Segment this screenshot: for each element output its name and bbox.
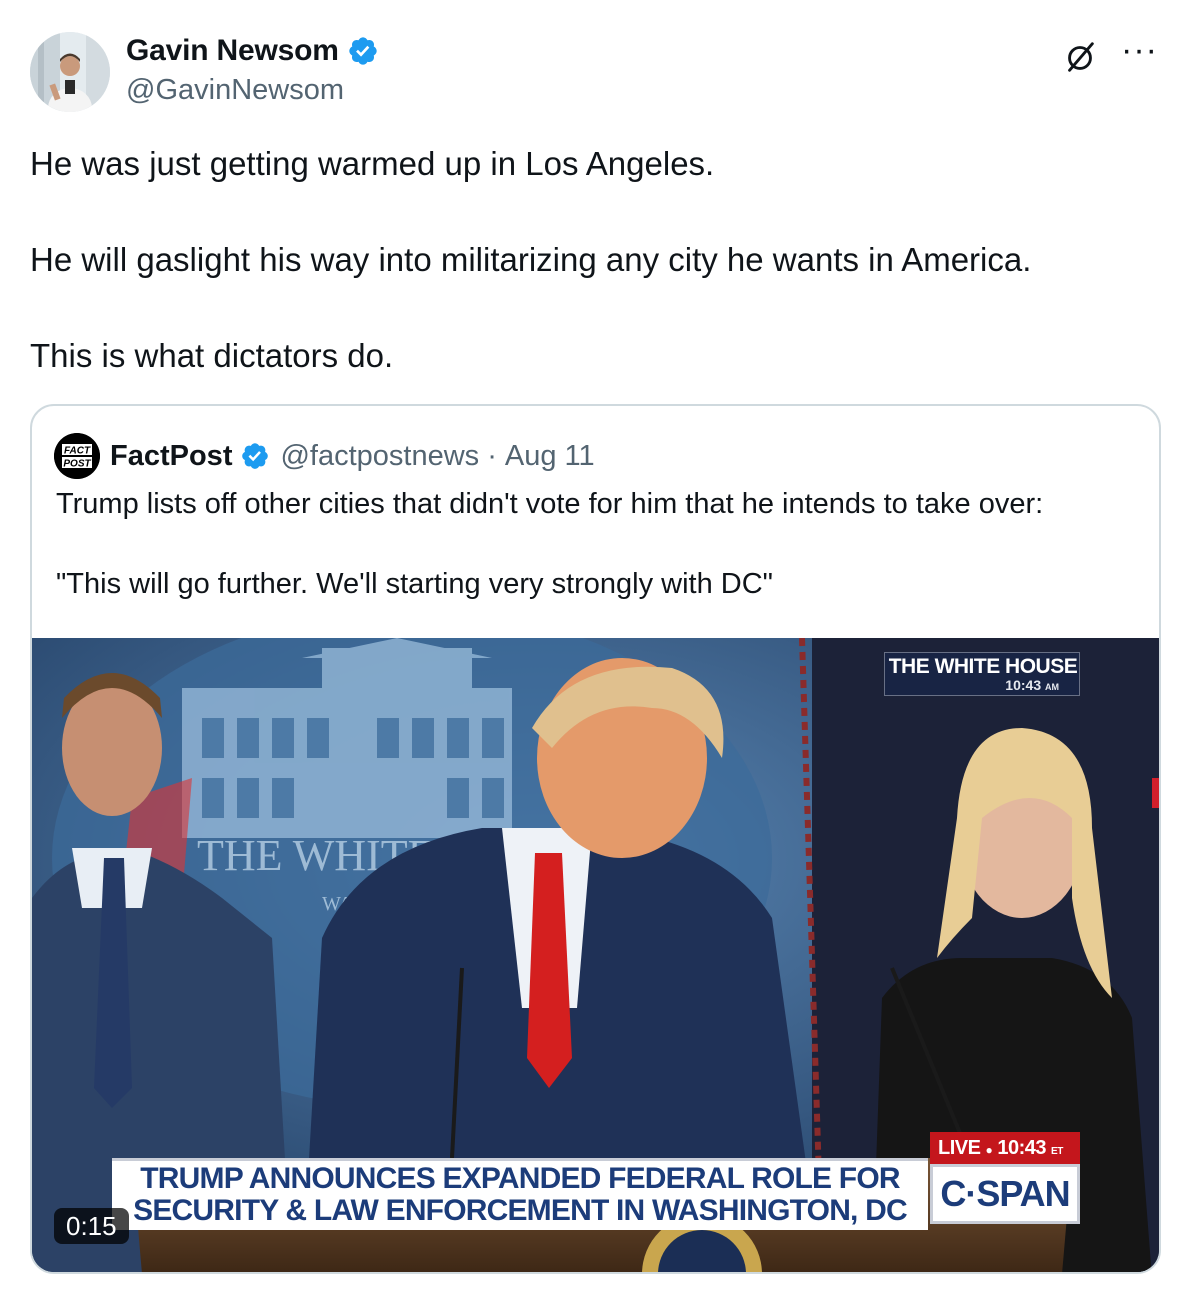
verified-badge-icon[interactable]	[347, 35, 379, 67]
post-logo-text: POST	[63, 459, 91, 470]
quoted-tweet-date[interactable]: Aug 11	[505, 440, 595, 473]
tweet-paragraph: This is what dictators do.	[30, 337, 394, 374]
quoted-paragraph: Trump lists off other cities that didn't…	[56, 488, 1044, 520]
channel-bug: THE WHITE HOUSE 10:43 AM	[884, 652, 1080, 696]
more-options-icon[interactable]: ···	[1121, 33, 1158, 67]
quoted-tweet-card[interactable]: FACT POST FactPost @factpostnews · Aug 1…	[30, 404, 1161, 1274]
quoted-tweet-text: Trump lists off other cities that didn't…	[56, 484, 1146, 604]
network-logo: C·SPAN	[930, 1164, 1080, 1224]
live-indicator: LIVE ● 10:43 ET	[930, 1132, 1080, 1164]
author-name[interactable]: Gavin Newsom	[126, 34, 339, 68]
tweet: Gavin Newsom @GavinNewsom ··· He was jus…	[0, 0, 1192, 1292]
quoted-author-name[interactable]: FactPost	[110, 440, 232, 473]
video-player[interactable]: THE WHITE WA THE WHITE HOUSE 10:43 AM TR…	[32, 638, 1159, 1272]
author-avatar[interactable]	[30, 32, 110, 112]
author-handle[interactable]: @GavinNewsom	[126, 74, 379, 107]
tweet-top-actions: ···	[1061, 33, 1158, 76]
bug-title: THE WHITE HOUSE	[888, 655, 1078, 678]
tweet-paragraph: He will gaslight his way into militarizi…	[30, 241, 1032, 278]
author-block: Gavin Newsom @GavinNewsom	[126, 32, 379, 107]
fact-logo-text: FACT	[64, 446, 91, 457]
chyron-line-2: SECURITY & LAW ENFORCEMENT IN WASHINGTON…	[133, 1194, 908, 1227]
bug-time: 10:43 AM	[1005, 677, 1059, 693]
quoted-author-avatar[interactable]: FACT POST	[54, 433, 100, 479]
verified-badge-icon	[240, 441, 270, 471]
quoted-paragraph: "This will go further. We'll starting ve…	[56, 568, 773, 600]
video-duration-badge: 0:15	[54, 1208, 129, 1244]
tweet-text: He was just getting warmed up in Los Ang…	[30, 140, 1160, 380]
quoted-tweet-header: FACT POST FactPost @factpostnews · Aug 1…	[54, 433, 595, 479]
grok-slash-circle-icon[interactable]	[1061, 38, 1099, 76]
meta-separator: ·	[487, 439, 497, 472]
news-chyron: TRUMP ANNOUNCES EXPANDED FEDERAL ROLE FO…	[112, 1158, 928, 1230]
chyron-line-1: TRUMP ANNOUNCES EXPANDED FEDERAL ROLE FO…	[140, 1162, 900, 1195]
tweet-paragraph: He was just getting warmed up in Los Ang…	[30, 145, 715, 182]
quoted-author-handle[interactable]: @factpostnews	[280, 440, 479, 473]
